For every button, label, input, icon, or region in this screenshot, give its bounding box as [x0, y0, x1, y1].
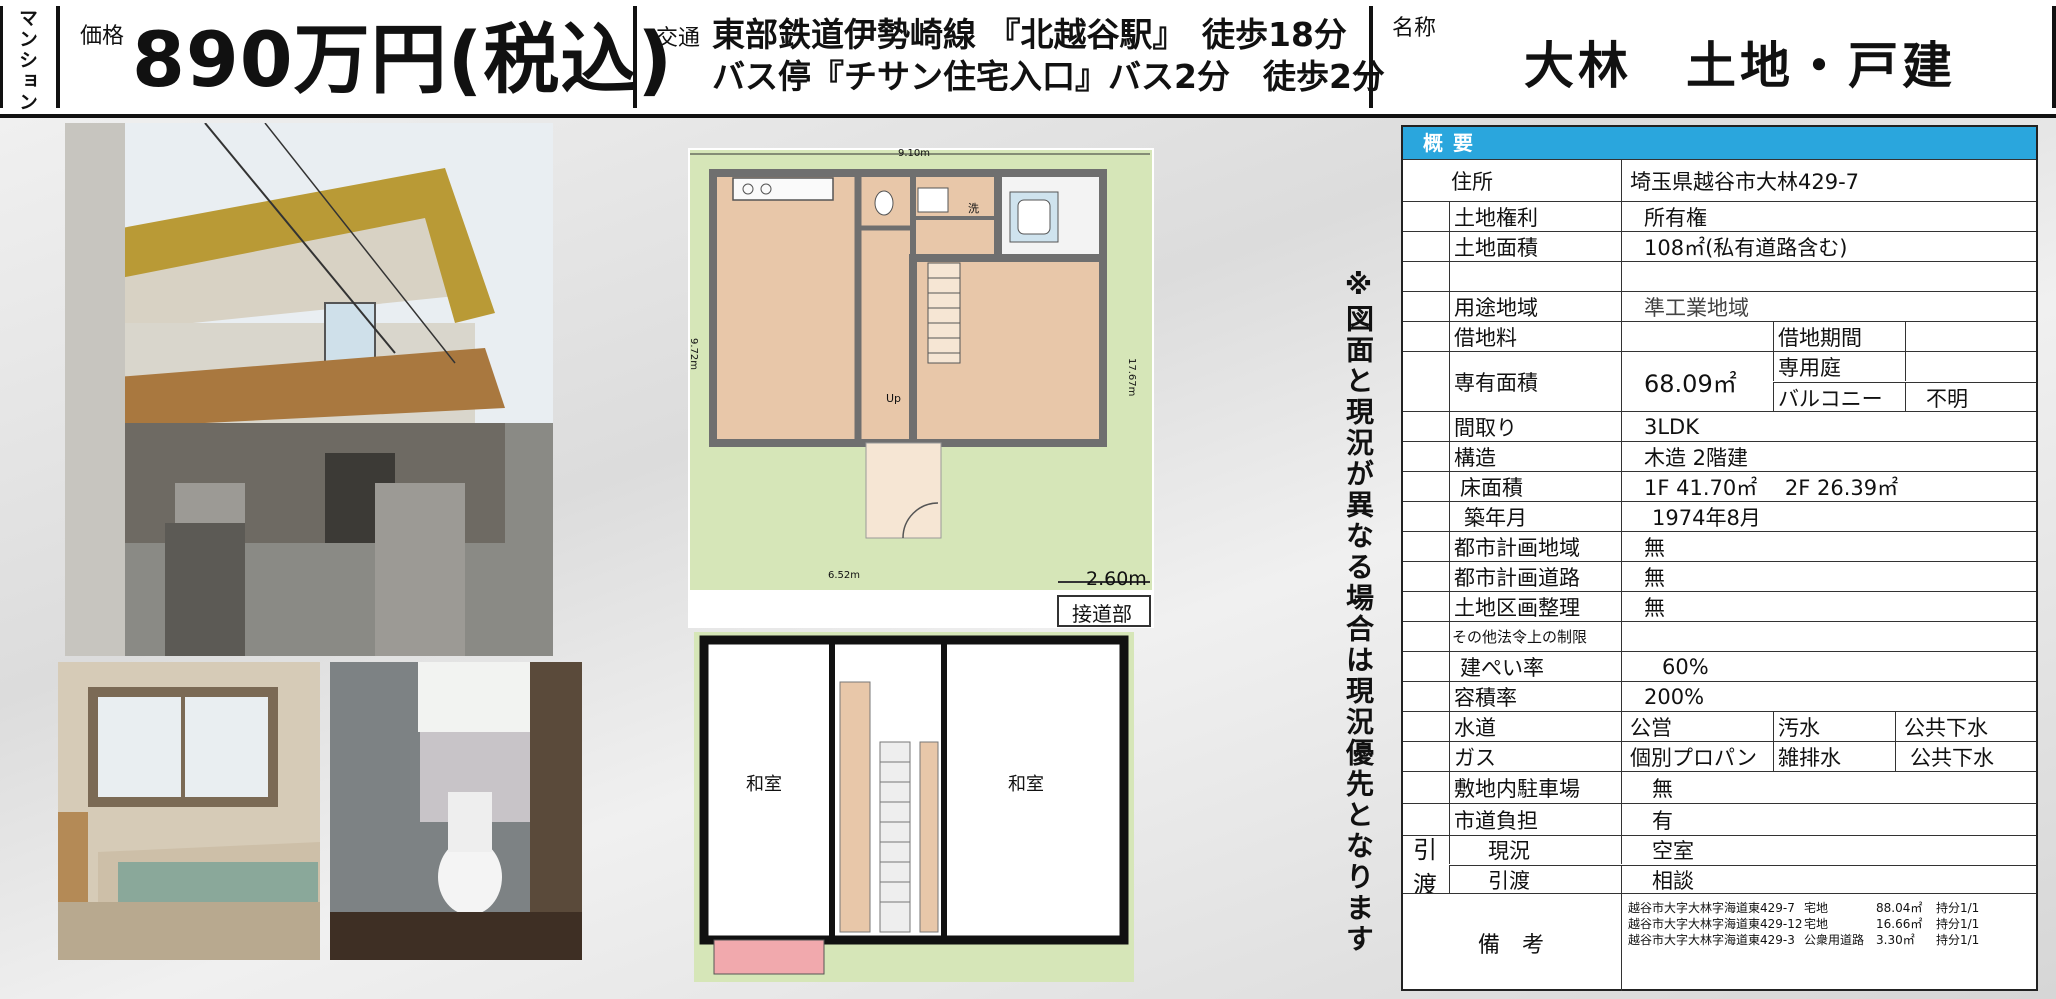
price-label: 価格	[80, 24, 125, 49]
table-row: 都市計画道路 無	[1403, 561, 2036, 591]
stairs-label: Up	[886, 392, 902, 405]
wash-label: 洗	[968, 202, 979, 215]
divider	[0, 6, 3, 108]
side-note: ※図面と現況が異なる場合は現況優先となります	[1342, 268, 1375, 955]
plan-width-top: 9.10m	[898, 148, 931, 159]
table-row: 敷地内駐車場 無	[1403, 771, 2036, 803]
table-row	[1403, 261, 2036, 291]
table-row: 都市計画地域 無	[1403, 531, 2036, 561]
table-row: 容積率 200%	[1403, 681, 2036, 711]
table-row: 市道負担 有	[1403, 803, 2036, 835]
price: 890万円(税込)	[132, 15, 674, 104]
table-row: 構造 木造 2階建	[1403, 441, 2036, 471]
divider	[56, 6, 60, 108]
transport-line-2: バス停『チサン住宅入口』バス2分 徒歩2分	[712, 57, 1385, 96]
table-row: ガス 個別プロパン 雑排水 公共下水	[1403, 741, 2036, 771]
frontage-width: 2.60m	[1086, 568, 1147, 590]
divider	[1369, 6, 1373, 108]
property-name: 大林 土地・戸建	[1524, 37, 1956, 95]
table-row: 床面積 1F 41.70㎡ 2F 26.39㎡	[1403, 471, 2036, 501]
table-row: 住所 埼玉県越谷市大林429-7	[1403, 159, 2036, 201]
plan-width-bottom: 6.52m	[828, 570, 861, 581]
table-row: 間取り 3LDK	[1403, 411, 2036, 441]
divider	[2052, 6, 2056, 108]
floor-plan-2f: 和室 和室	[694, 632, 1134, 982]
remark-line: 越谷市大字大林字海道東429-7 宅地 88.04㎡ 持分1/1	[1628, 901, 1980, 915]
header-bar: マンション 価格 890万円(税込) 交通 東部鉄道伊勢崎線 『北越谷駅』 徒歩…	[0, 0, 2056, 118]
plan-height-right: 17.67m	[1126, 358, 1137, 397]
table-row: 専有面積 68.09㎡ 専用庭 バルコニー 不明	[1403, 351, 2036, 412]
table-row: 土地面積 108㎡(私有道路含む)	[1403, 231, 2036, 261]
exterior-photo	[65, 123, 553, 656]
toilet-photo	[330, 662, 582, 960]
remark-line: 越谷市大字大林字海道東429-12 宅地 16.66㎡ 持分1/1	[1628, 917, 1980, 931]
table-row: 築年月 1974年8月	[1403, 501, 2036, 531]
divider	[633, 6, 637, 108]
property-table: 概要 住所 埼玉県越谷市大林429-7 土地権利 所有権 土地面積 108㎡(私…	[1401, 125, 2038, 991]
table-row: 水道 公営 汚水 公共下水	[1403, 711, 2036, 741]
name-label: 名称	[1392, 16, 1437, 41]
floor-plan-1f: 9.10m 9.72m 17.67m 6.52m 2.60m 接道部 Up 洗	[688, 148, 1154, 628]
table-row: 用途地域 準工業地域	[1403, 291, 2036, 321]
table-row: その他法令上の制限	[1403, 621, 2036, 651]
transport-line-1: 東部鉄道伊勢崎線 『北越谷駅』 徒歩18分	[712, 15, 1347, 54]
road-label: 接道部	[1072, 602, 1132, 626]
room-left-label: 和室	[746, 774, 782, 795]
table-title: 概要	[1403, 127, 2036, 159]
property-type: マンション	[16, 8, 38, 113]
remark-line: 越谷市大字大林字海道東429-3 公衆用道路 3.30㎡ 持分1/1	[1628, 933, 1980, 947]
transport-label: 交通	[656, 26, 701, 51]
table-row: 備 考 越谷市大字大林字海道東429-7 宅地 88.04㎡ 持分1/1 越谷市…	[1403, 893, 2036, 991]
bathroom-photo	[58, 662, 320, 960]
table-row: 土地区画整理 無	[1403, 591, 2036, 621]
room-right-label: 和室	[1008, 774, 1044, 795]
table-row: 建ぺい率 60%	[1403, 651, 2036, 681]
plan-height-left: 9.72m	[688, 338, 699, 371]
table-row: 借地料 借地期間	[1403, 321, 2036, 351]
table-row: 引 渡 現況 空室 引渡 相談	[1403, 835, 2036, 894]
table-row: 土地権利 所有権	[1403, 201, 2036, 231]
